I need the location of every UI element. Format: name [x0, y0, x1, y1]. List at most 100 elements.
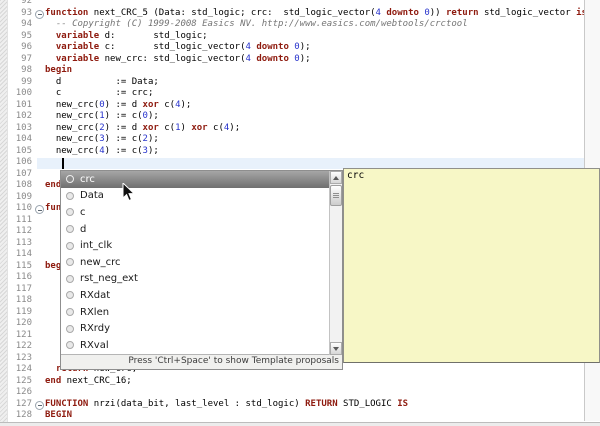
code-text: begin: [45, 65, 73, 75]
code-line[interactable]: 104 new_crc(3) := c(2);: [7, 134, 584, 146]
proposal-item[interactable]: rst_neg_ext: [61, 271, 342, 288]
scrollbar-thumb[interactable]: [330, 185, 342, 206]
code-line[interactable]: 96 variable c: std_logic_vector(4 downto…: [7, 42, 584, 54]
code-line[interactable]: 100 c := crc;: [7, 88, 584, 100]
code-line[interactable]: 98 begin: [7, 65, 584, 77]
line-number: 121: [15, 329, 32, 340]
line-number: 108: [15, 180, 32, 190]
fold-column: [34, 134, 45, 146]
proposal-item[interactable]: crc: [61, 171, 342, 188]
code-line[interactable]: 128 BEGIN: [7, 410, 584, 422]
proposal-item[interactable]: Data: [61, 188, 342, 205]
code-text: -- Copyright (C) 1999-2008 Easics NV. ht…: [45, 19, 468, 29]
code-line[interactable]: 125 end next_CRC_16;: [7, 376, 584, 388]
code-line[interactable]: 92: [7, 0, 584, 8]
popup-scrollbar[interactable]: [329, 171, 342, 355]
fold-column: [34, 410, 45, 422]
fold-collapse-icon[interactable]: [35, 205, 44, 214]
fold-column: [34, 307, 45, 319]
proposal-item[interactable]: RXlen: [61, 304, 342, 321]
line-number: 103: [15, 122, 32, 133]
code-line[interactable]: 102 new_crc(1) := c(0);: [7, 111, 584, 123]
fold-column: [34, 146, 45, 158]
code-text: new_crc(0) := d xor c(4);: [45, 99, 192, 110]
code-line[interactable]: 97 variable new_crc: std_logic_vector(4 …: [7, 54, 584, 66]
variable-icon: [66, 225, 74, 234]
code-line[interactable]: 95 variable d: std_logic;: [7, 31, 584, 43]
line-number: 105: [15, 145, 32, 156]
proposal-item[interactable]: RXdat: [61, 287, 342, 304]
line-number: 122: [15, 341, 32, 351]
proposal-label: Data: [80, 190, 104, 202]
proposal-label: RXval: [80, 339, 109, 351]
line-number: 127: [15, 398, 32, 409]
proposal-item[interactable]: d: [61, 221, 342, 238]
fold-collapse-icon[interactable]: [35, 400, 44, 410]
fold-column: [34, 0, 45, 8]
line-number: 120: [15, 318, 32, 328]
line-number: 95: [21, 30, 32, 41]
code-line[interactable]: 93 function next_CRC_5 (Data: std_logic; …: [7, 8, 584, 20]
editor-bottom-border: [0, 421, 600, 426]
fold-column: [34, 295, 45, 307]
popup-footer-text: Press 'Ctrl+Space' to show Template prop…: [128, 356, 339, 366]
mouse-cursor-icon: [122, 183, 136, 202]
proposal-label: RXlen: [80, 306, 110, 318]
fold-column: [34, 123, 45, 135]
fold-column: [34, 272, 45, 284]
variable-icon: [66, 208, 74, 217]
line-number: 114: [15, 249, 32, 259]
code-line[interactable]: 127 FUNCTION nrzi(data_bit, last_level : …: [7, 399, 584, 411]
code-line[interactable]: 99 d := Data;: [7, 77, 584, 89]
scroll-down-icon[interactable]: [330, 342, 342, 355]
code-text: new_crc(3) := c(2);: [45, 134, 159, 144]
proposal-info-text: crc: [347, 170, 365, 181]
code-text: variable new_crc: std_logic_vector(4 dow…: [55, 53, 311, 64]
variable-icon: [66, 274, 74, 283]
code-line[interactable]: 106: [7, 157, 584, 169]
line-number: 93: [21, 7, 32, 18]
code-text: end: [45, 180, 62, 190]
proposal-item[interactable]: RXrdy: [61, 320, 342, 337]
code-line[interactable]: 103 new_crc(2) := d xor c(1) xor c(4);: [7, 123, 584, 135]
proposal-item[interactable]: c: [61, 204, 342, 221]
fold-collapse-icon[interactable]: [35, 9, 44, 19]
code-line[interactable]: 126: [7, 387, 584, 399]
fold-column: [34, 100, 45, 112]
code-line[interactable]: 101 new_crc(0) := d xor c(4);: [7, 100, 584, 112]
proposal-label: int_clk: [80, 240, 113, 252]
line-number: 117: [15, 283, 32, 294]
code-text: variable c: std_logic_vector(4 downto 0)…: [55, 42, 311, 52]
proposal-label: new_crc: [80, 256, 121, 268]
fold-column: [34, 42, 45, 54]
line-number: 97: [21, 53, 32, 64]
scroll-up-icon[interactable]: [330, 171, 342, 184]
code-line[interactable]: 105 new_crc(4) := c(3);: [7, 146, 584, 158]
fold-column: [34, 376, 45, 388]
line-number: 113: [15, 237, 32, 248]
line-number: 111: [15, 214, 32, 225]
proposal-label: RXdat: [80, 289, 111, 301]
fold-column: [34, 226, 45, 238]
code-text: end next_CRC_16;: [45, 375, 132, 386]
proposal-item[interactable]: new_crc: [61, 254, 342, 271]
line-number: 128: [15, 410, 32, 420]
line-number: 118: [15, 295, 32, 305]
fold-column: [34, 203, 45, 215]
proposal-item[interactable]: RXval: [61, 337, 342, 354]
code-text: new_crc(2) := d xor c(1) xor c(4);: [45, 122, 241, 133]
variable-icon: [66, 308, 74, 317]
line-number: 109: [15, 191, 32, 202]
line-number: 126: [15, 387, 32, 397]
fold-column: [34, 65, 45, 77]
fold-column: [34, 399, 45, 411]
line-number: 94: [21, 19, 32, 29]
line-number: 100: [15, 88, 32, 98]
proposal-item[interactable]: int_clk: [61, 237, 342, 254]
marker-bar: [0, 0, 8, 422]
line-number: 106: [15, 157, 32, 167]
code-line[interactable]: 94 -- Copyright (C) 1999-2008 Easics NV.…: [7, 19, 584, 31]
fold-column: [34, 157, 45, 169]
fold-column: [34, 261, 45, 273]
proposal-label: c: [80, 206, 86, 218]
